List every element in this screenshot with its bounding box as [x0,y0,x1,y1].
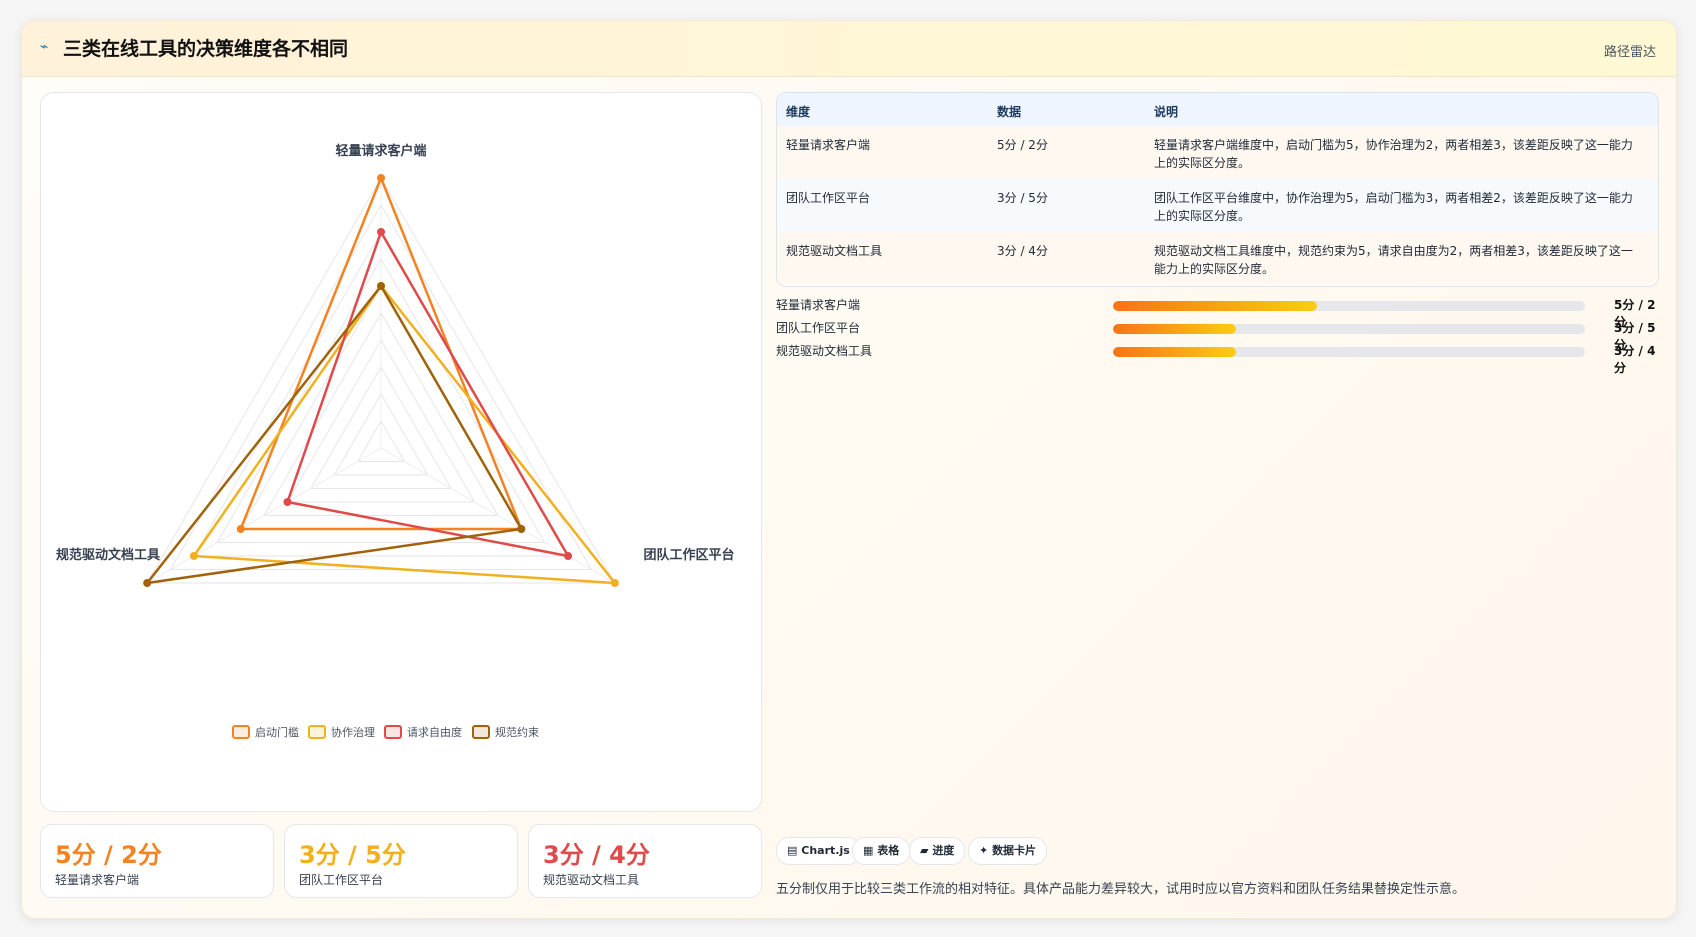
page-title: 三类在线工具的决策维度各不相同 [63,38,349,60]
progress-row: 规范驱动文档工具 3分 / 4分 [776,341,1657,375]
cell-data: 3分 / 5分 [997,191,1048,205]
squiggle-icon: ⌁ [40,39,49,55]
progress-label: 规范驱动文档工具 [776,344,873,358]
chip-label: 进度 [932,844,955,857]
radar-chart: 轻量请求客户端团队工作区平台 规范驱动文档工具启动门槛 协作治理 请求自由度 规范约束 [56,143,735,739]
progress-track [1113,324,1585,334]
cell-dimension: 规范驱动文档工具 [786,244,883,258]
legend-label: 协作治理 [331,725,375,739]
legend-swatch [472,725,490,739]
legend-label: 请求自由度 [407,725,462,739]
data-table: 维度 数据 说明 轻量请求客户端 5分 / 2分 轻量请求客户端维度中，启动门槛… [776,92,1659,287]
progress-value: 3分 / 4分 [1614,344,1656,375]
data-point [189,552,198,560]
stat-card: 3分 / 5分 团队工作区平台 [284,824,518,898]
table-row: 规范驱动文档工具 3分 / 4分 规范驱动文档工具维度中，规范约束为5，请求自由… [777,232,1658,285]
axis-label: 轻量请求客户端 [335,143,426,159]
stat-label: 团队工作区平台 [299,873,384,887]
sparkle-icon: ✦ [979,844,989,857]
legend-swatch [308,725,326,739]
axis-label: 团队工作区平台 [643,547,734,563]
chip-table[interactable]: ▦ 表格 [852,837,911,865]
cell-description: 团队工作区平台维度中，协作治理为5，启动门槛为3，两者相差2，该差距反映了这一能… [1154,191,1633,223]
column-header: 说明 [1154,105,1179,119]
data-point [377,228,385,236]
column-header: 数据 [997,105,1022,119]
stat-label: 轻量请求客户端 [55,873,140,887]
chip-label: 表格 [877,844,900,857]
stat-card: 5分 / 2分 轻量请求客户端 [40,824,274,898]
table-row: 轻量请求客户端 5分 / 2分 轻量请求客户端维度中，启动门槛为5，协作治理为2… [777,126,1658,180]
progress-list: 轻量请求客户端 5分 / 2分 团队工作区平台 3分 / 5分 规范驱动文档工具… [776,295,1657,375]
data-point [564,552,573,560]
main-card: ⌁ 三类在线工具的决策维度各不相同 路径雷达 轻量请求客户端 团队工作区平台 规范驱… [21,20,1677,919]
stat-label: 规范驱动文档工具 [543,873,640,887]
cell-description: 规范驱动文档工具维度中，规范约束为5，请求自由度为2，两者相差3，该差距反映了这… [1154,244,1633,276]
cell-dimension: 轻量请求客户端 [786,138,871,152]
cell-data: 3分 / 4分 [997,244,1048,258]
progress-row: 团队工作区平台 3分 / 5分 [776,318,1657,352]
data-point [377,174,385,182]
legend-swatch [384,725,402,739]
series-line [145,284,523,585]
legend-label: 规范约束 [495,725,539,739]
axis-label: 规范驱动文档工具 [56,547,160,563]
data-point [377,282,385,290]
column-header: 维度 [786,105,811,119]
table-row: 团队工作区平台 3分 / 5分 团队工作区平台维度中，协作治理为5，启动门槛为3… [777,179,1658,233]
radar-chart-panel: 轻量请求客户端团队工作区平台 规范驱动文档工具启动门槛 协作治理 请求自由度 规范约束 [40,92,762,812]
stat-value: 3分 / 4分 [543,841,650,869]
data-point [283,498,292,506]
stat-card: 3分 / 4分 规范驱动文档工具 [528,824,762,898]
data-point [236,525,245,533]
chip-label: 数据卡片 [992,844,1037,857]
cell-dimension: 团队工作区平台 [786,191,871,205]
progress-track [1113,347,1585,357]
progress-fill [1113,301,1318,311]
chip-progress[interactable]: ▰ 进度 [909,837,966,865]
progress-label: 轻量请求客户端 [776,298,861,312]
chip-chartjs[interactable]: ▤ Chart.js [776,837,861,865]
progress-fill [1113,324,1236,334]
chip-label: Chart.js [801,844,850,857]
chart-icon: ▤ [787,844,798,857]
cell-data: 5分 / 2分 [997,138,1048,152]
footnote: 五分制仅用于比较三类工作流的相对特征。具体产品能力差异较大，试用时应以官方资料和… [776,882,1466,897]
legend-swatch [232,725,250,739]
data-point [517,525,526,533]
progress-icon: ▰ [920,844,929,857]
header-tag: 路径雷达 [1603,45,1656,60]
cell-description: 轻量请求客户端维度中，启动门槛为5，协作治理为2，两者相差3，该差距反映了这一能… [1154,138,1633,170]
stat-value: 3分 / 5分 [299,841,406,869]
table-header: 维度 数据 说明 [777,93,1658,127]
table-icon: ▦ [863,844,874,857]
legend-label: 启动门槛 [255,725,299,739]
progress-row: 轻量请求客户端 5分 / 2分 [776,295,1657,329]
chip-data-card[interactable]: ✦ 数据卡片 [968,837,1048,865]
data-point [610,579,619,587]
progress-fill [1113,347,1236,357]
stat-value: 5分 / 2分 [55,841,162,869]
progress-track [1113,301,1585,311]
progress-label: 团队工作区平台 [776,321,861,335]
header-bar: ⌁ 三类在线工具的决策维度各不相同 路径雷达 [22,21,1676,77]
data-point [143,579,152,587]
